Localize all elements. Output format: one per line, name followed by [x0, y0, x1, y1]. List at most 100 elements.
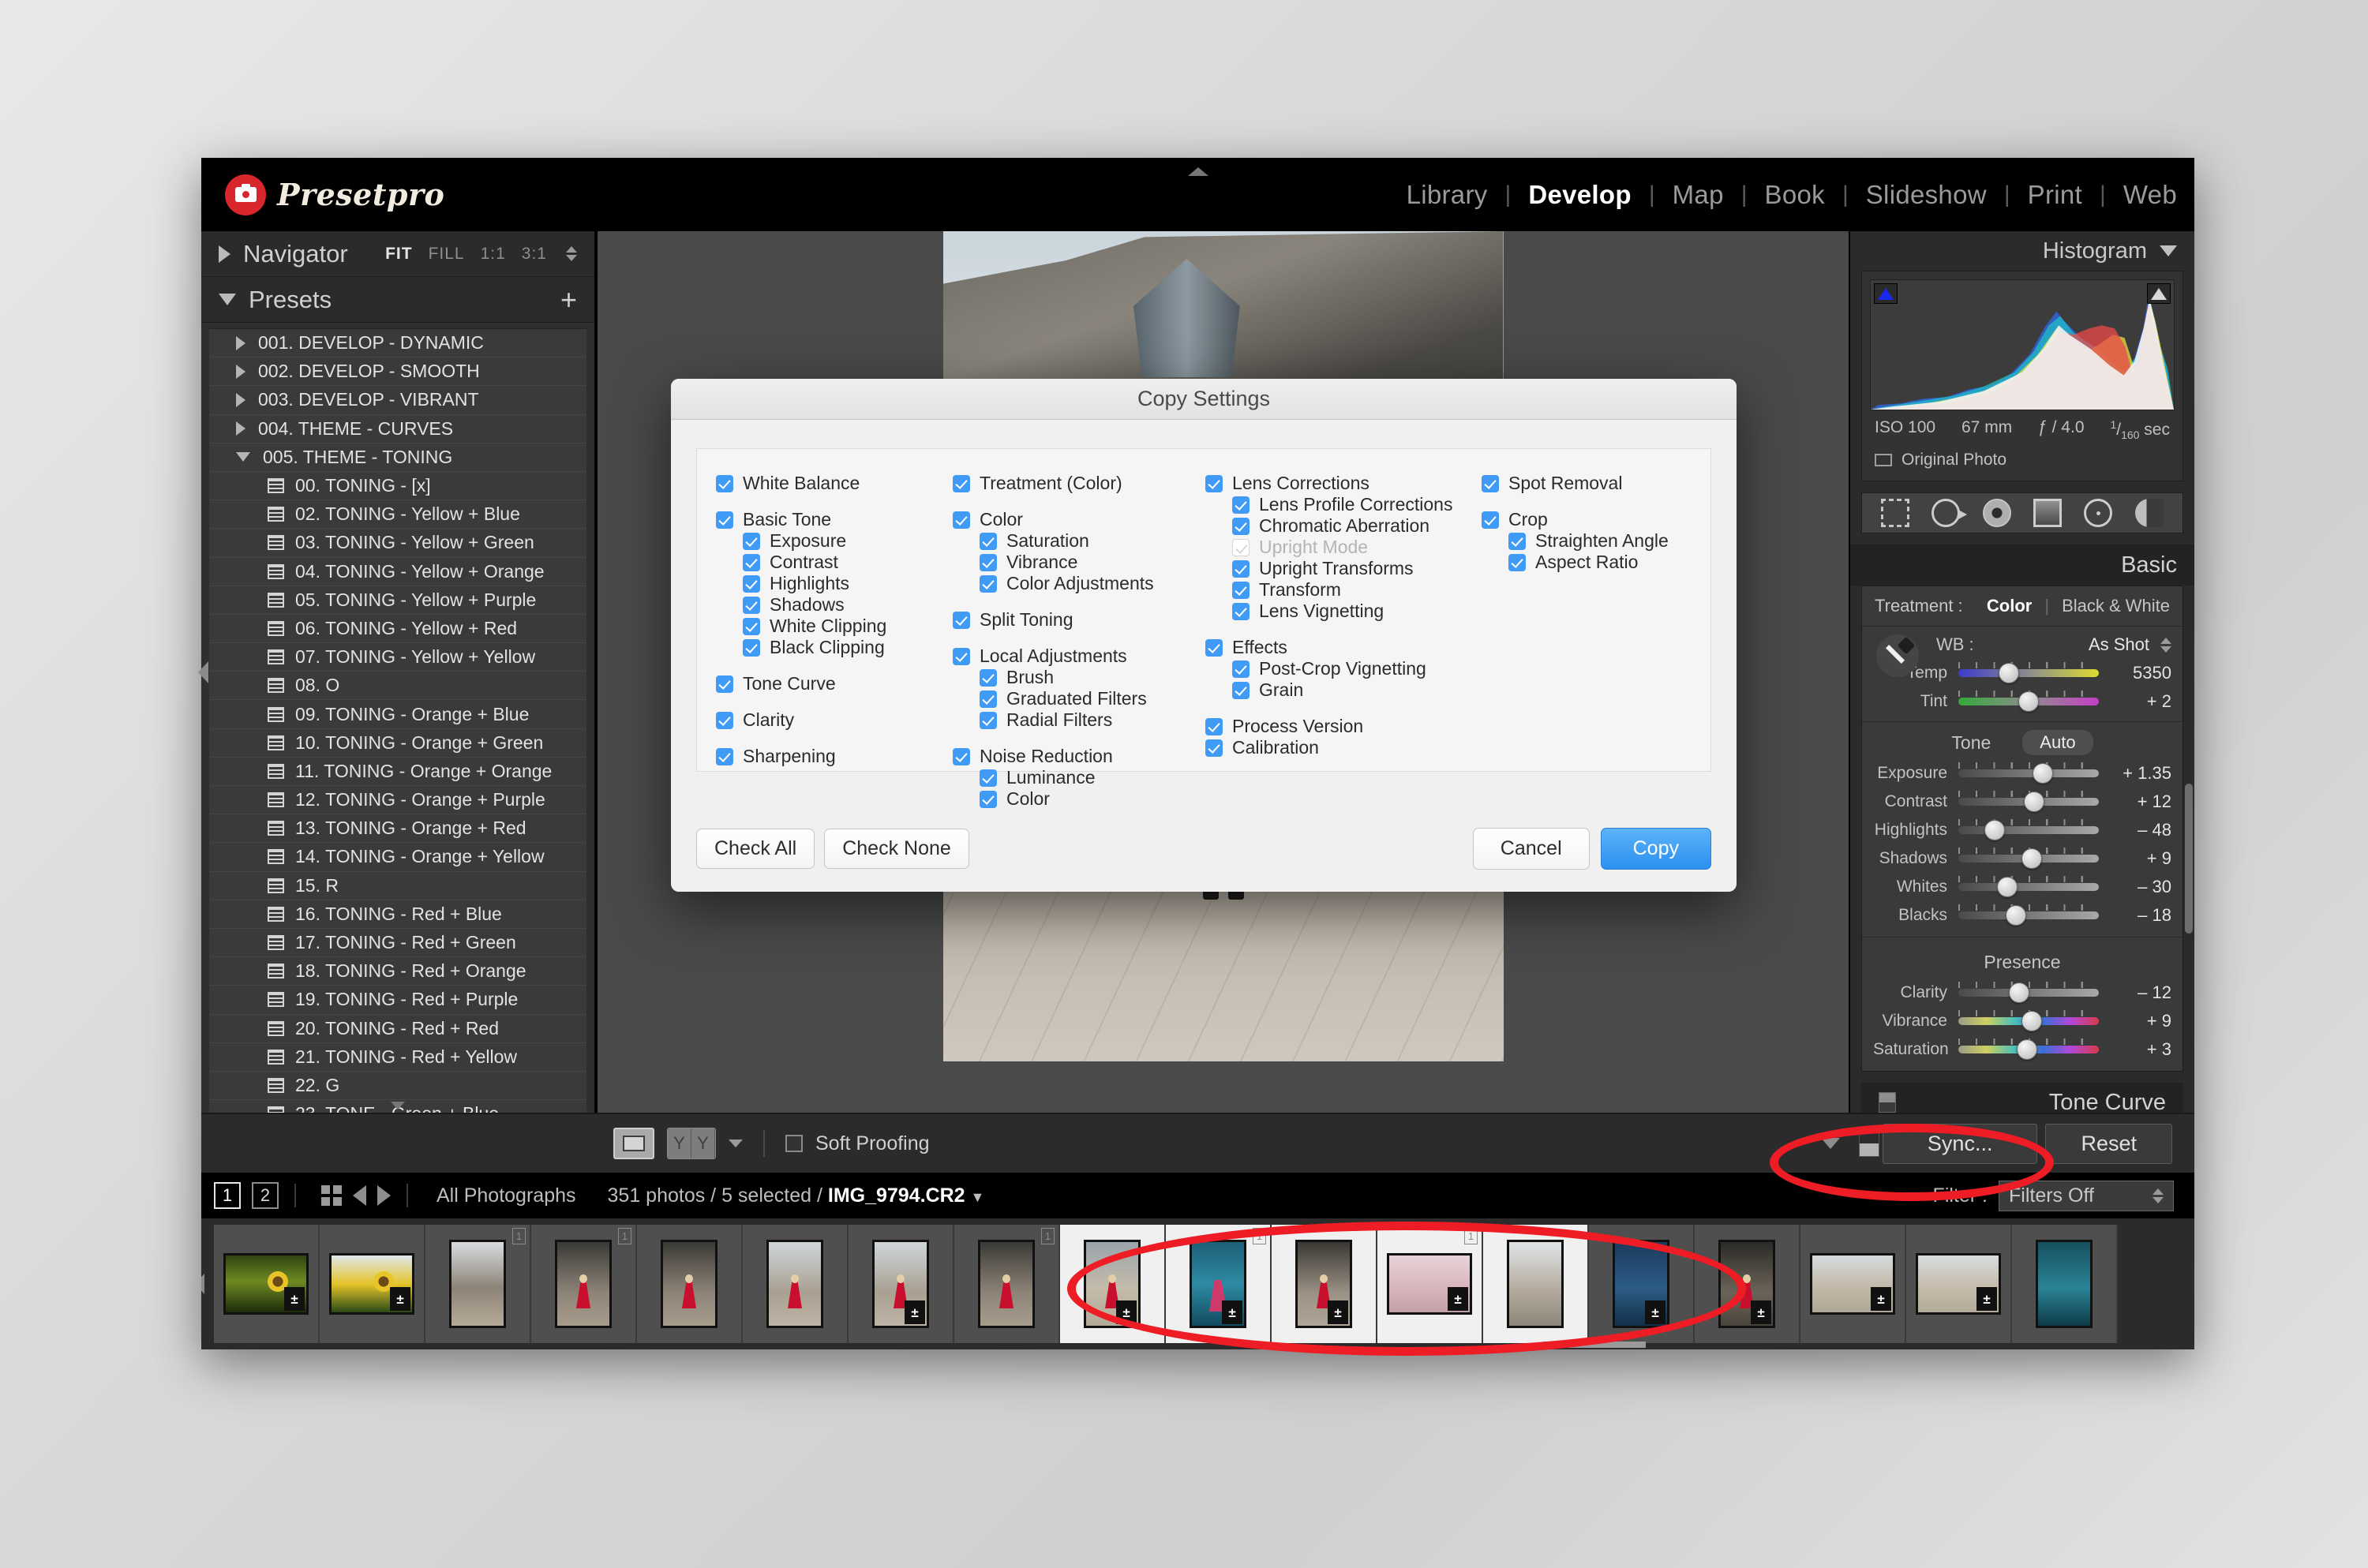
left-panel-collapse-icon[interactable]	[198, 661, 208, 683]
slider-knob[interactable]	[1984, 820, 2006, 841]
checkbox-row-chromatic-aberration[interactable]: Chromatic Aberration	[1205, 515, 1472, 537]
check-none-button[interactable]: Check None	[824, 828, 969, 869]
checkbox-icon[interactable]	[1205, 638, 1223, 657]
checkbox-row-shadows[interactable]: Shadows	[716, 594, 943, 616]
chevron-right-icon[interactable]	[236, 335, 245, 350]
filmstrip-thumbnail-cell[interactable]: ±	[1272, 1225, 1377, 1343]
toolbar-collapse-chevron-down-icon[interactable]	[1820, 1138, 1840, 1149]
filmstrip[interactable]: ± ±1 1 ±1 ± ±1 ± ±1 ± ± ± ±	[201, 1218, 2194, 1349]
checkbox-row-brush[interactable]: Brush	[953, 667, 1196, 688]
slider-value[interactable]: – 18	[2099, 905, 2171, 926]
checkbox-icon[interactable]	[716, 511, 733, 529]
preset-row[interactable]: 20. TONING - Red + Red	[209, 1015, 586, 1043]
checkbox-icon[interactable]	[1232, 538, 1250, 556]
slider-knob[interactable]	[2008, 982, 2029, 1004]
filmstrip-thumbnail-cell[interactable]	[1483, 1225, 1589, 1343]
slider-value[interactable]: + 9	[2099, 1011, 2171, 1031]
slider-knob[interactable]	[2032, 763, 2053, 784]
zoom-3-1[interactable]: 3:1	[522, 245, 547, 264]
slider-knob[interactable]	[2017, 1039, 2038, 1061]
checkbox-icon[interactable]	[1232, 517, 1250, 535]
checkbox-icon[interactable]	[1205, 739, 1223, 757]
preset-row[interactable]: 02. TONING - Yellow + Blue	[209, 500, 586, 530]
checkbox-row-noise-reduction[interactable]: Noise Reduction	[953, 746, 1196, 767]
preset-row[interactable]: 05. TONING - Yellow + Purple	[209, 586, 586, 615]
slider-knob[interactable]	[2024, 791, 2045, 813]
checkbox-icon[interactable]	[953, 647, 970, 665]
adjustment-brush-icon[interactable]	[2134, 499, 2164, 528]
auto-sync-switch-icon[interactable]	[1858, 1130, 1879, 1157]
slider-vibrance[interactable]: Vibrance + 9	[1873, 1010, 2171, 1032]
checkbox-icon[interactable]	[980, 553, 997, 571]
zoom-fit[interactable]: FIT	[385, 245, 413, 264]
checkbox-icon[interactable]	[1508, 532, 1526, 550]
tone-curve-switch-icon[interactable]	[1879, 1092, 1896, 1113]
preset-row[interactable]: 17. TONING - Red + Green	[209, 929, 586, 958]
checkbox-icon[interactable]	[1205, 474, 1223, 492]
checkbox-row-upright-mode[interactable]: Upright Mode	[1205, 537, 1472, 558]
module-map[interactable]: Map	[1655, 180, 1741, 210]
checkbox-row-aspect-ratio[interactable]: Aspect Ratio	[1482, 552, 1682, 573]
checkbox-icon[interactable]	[980, 668, 997, 687]
checkbox-icon[interactable]	[743, 596, 760, 614]
graduated-filter-icon[interactable]	[2033, 499, 2063, 528]
preset-folder-row[interactable]: 004. THEME - CURVES	[209, 415, 586, 443]
slider-shadows[interactable]: Shadows + 9	[1873, 848, 2171, 870]
checkbox-icon[interactable]	[743, 574, 760, 593]
filmstrip-collapse-icon[interactable]	[201, 1274, 204, 1294]
basic-panel-header[interactable]: Basic	[1850, 544, 2194, 586]
slider-highlights[interactable]: Highlights – 48	[1873, 819, 2171, 841]
checkbox-row-vibrance[interactable]: Vibrance	[953, 552, 1196, 573]
checkbox-icon[interactable]	[1482, 474, 1499, 492]
preset-row[interactable]: 14. TONING - Orange + Yellow	[209, 843, 586, 872]
slider-knob[interactable]	[2021, 848, 2042, 870]
check-all-button[interactable]: Check All	[696, 828, 815, 869]
filmstrip-thumbnail-cell[interactable]	[637, 1225, 743, 1343]
checkbox-icon[interactable]	[953, 611, 970, 629]
slider-temp[interactable]: Temp 5350	[1873, 662, 2171, 684]
slider-knob[interactable]	[2018, 691, 2039, 713]
checkbox-row-grain[interactable]: Grain	[1205, 679, 1472, 701]
filter-select[interactable]: Filters Off	[1999, 1180, 2174, 1211]
preset-row[interactable]: 06. TONING - Yellow + Red	[209, 615, 586, 644]
filmstrip-thumbnail-cell[interactable]: ±	[849, 1225, 954, 1343]
slider-value[interactable]: 5350	[2099, 663, 2171, 683]
slider-track[interactable]	[1958, 1010, 2099, 1032]
filmstrip-thumbnail-cell[interactable]: ±	[320, 1225, 425, 1343]
checkbox-icon[interactable]	[1232, 660, 1250, 678]
loupe-view-button[interactable]	[613, 1128, 654, 1159]
forward-arrow-icon[interactable]	[377, 1185, 391, 1206]
checkbox-row-color[interactable]: Color	[953, 509, 1196, 530]
slider-blacks[interactable]: Blacks – 18	[1873, 904, 2171, 926]
cancel-button[interactable]: Cancel	[1472, 827, 1590, 870]
filmstrip-thumbnail-cell[interactable]: ±	[1589, 1225, 1695, 1343]
histogram-header[interactable]: Histogram	[1850, 231, 2194, 271]
checkbox-row-luminance[interactable]: Luminance	[953, 767, 1196, 788]
wb-stepper-icon[interactable]	[2160, 637, 2171, 653]
checkbox-row-white-balance[interactable]: White Balance	[716, 473, 943, 494]
original-photo-row[interactable]: Original Photo	[1870, 444, 2175, 473]
preset-row[interactable]: 12. TONING - Orange + Purple	[209, 786, 586, 815]
checkbox-icon[interactable]	[743, 532, 760, 550]
slider-track[interactable]	[1958, 662, 2099, 684]
checkbox-icon[interactable]	[1232, 681, 1250, 699]
checkbox-row-exposure[interactable]: Exposure	[716, 530, 943, 552]
preset-row[interactable]: 11. TONING - Orange + Orange	[209, 758, 586, 786]
checkbox-row-lens-profile-corrections[interactable]: Lens Profile Corrections	[1205, 494, 1472, 515]
slider-value[interactable]: – 12	[2099, 982, 2171, 1003]
treatment-bw-option[interactable]: Black & White	[2062, 596, 2170, 616]
filmstrip-thumbnail-cell[interactable]: 1	[954, 1225, 1060, 1343]
slider-track[interactable]	[1958, 819, 2099, 841]
navigator-header[interactable]: Navigator FIT FILL 1:1 3:1	[201, 231, 594, 277]
red-eye-icon[interactable]	[1982, 499, 2011, 528]
checkbox-row-clarity[interactable]: Clarity	[716, 709, 943, 731]
checkbox-row-transform[interactable]: Transform	[1205, 579, 1472, 601]
checkbox-icon[interactable]	[1232, 496, 1250, 514]
slider-track[interactable]	[1958, 690, 2099, 713]
slider-tint[interactable]: Tint + 2	[1873, 690, 2171, 713]
presets-list[interactable]: 001. DEVELOP - DYNAMIC 002. DEVELOP - SMO…	[209, 328, 586, 1113]
checkbox-icon[interactable]	[1232, 559, 1250, 578]
copy-confirm-button[interactable]: Copy	[1600, 827, 1711, 870]
slider-value[interactable]: – 30	[2099, 877, 2171, 897]
slider-track[interactable]	[1958, 1038, 2099, 1061]
